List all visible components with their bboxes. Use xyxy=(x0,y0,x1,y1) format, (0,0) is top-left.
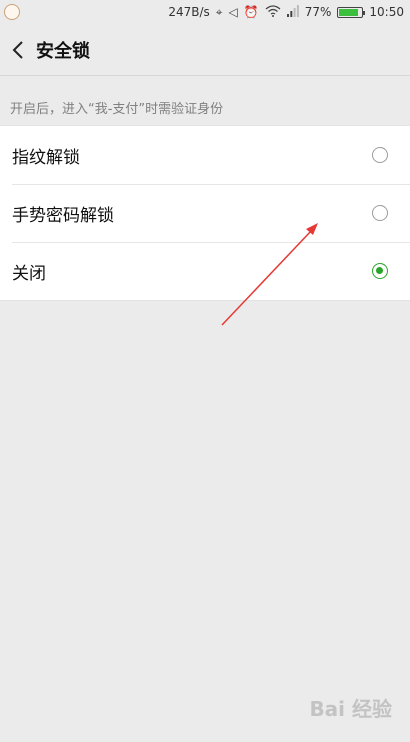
watermark: Bai 经验 xyxy=(309,697,392,721)
option-label: 手势密码解锁 xyxy=(12,205,114,226)
battery-icon xyxy=(337,6,366,18)
app-notification-icon xyxy=(4,4,20,20)
clock: 10:50 xyxy=(369,5,404,19)
network-speed: 247B/s xyxy=(168,5,210,19)
status-right: 247B/s ⌖ ◁ ⏰ 77% 10:50 xyxy=(168,4,404,20)
option-off[interactable]: 关闭 xyxy=(0,242,410,300)
alarm-icon: ⏰ xyxy=(243,5,259,19)
back-button[interactable] xyxy=(0,24,36,76)
page-title: 安全锁 xyxy=(36,40,90,62)
status-left xyxy=(4,4,20,20)
option-list: 指纹解锁 手势密码解锁 关闭 xyxy=(0,125,410,301)
chevron-left-icon xyxy=(12,40,23,59)
nav-bar: 安全锁 xyxy=(0,24,410,76)
status-bar: 247B/s ⌖ ◁ ⏰ 77% 10:50 xyxy=(0,0,410,24)
radio-checked-icon[interactable] xyxy=(372,263,388,279)
mute-icon: ◁ xyxy=(228,5,238,19)
option-fingerprint-unlock[interactable]: 指纹解锁 xyxy=(0,126,410,184)
hint-text: 开启后，进入“我-支付”时需验证身份 xyxy=(10,102,224,117)
radio-unchecked-icon[interactable] xyxy=(372,147,388,163)
radio-unchecked-icon[interactable] xyxy=(372,205,388,221)
signal-icon xyxy=(286,4,299,20)
wifi-icon xyxy=(265,4,281,20)
option-gesture-unlock[interactable]: 手势密码解锁 xyxy=(0,184,410,242)
option-label: 指纹解锁 xyxy=(12,147,80,168)
battery-percent: 77% xyxy=(304,5,332,19)
option-label: 关闭 xyxy=(12,263,46,284)
location-icon: ⌖ xyxy=(215,4,223,19)
